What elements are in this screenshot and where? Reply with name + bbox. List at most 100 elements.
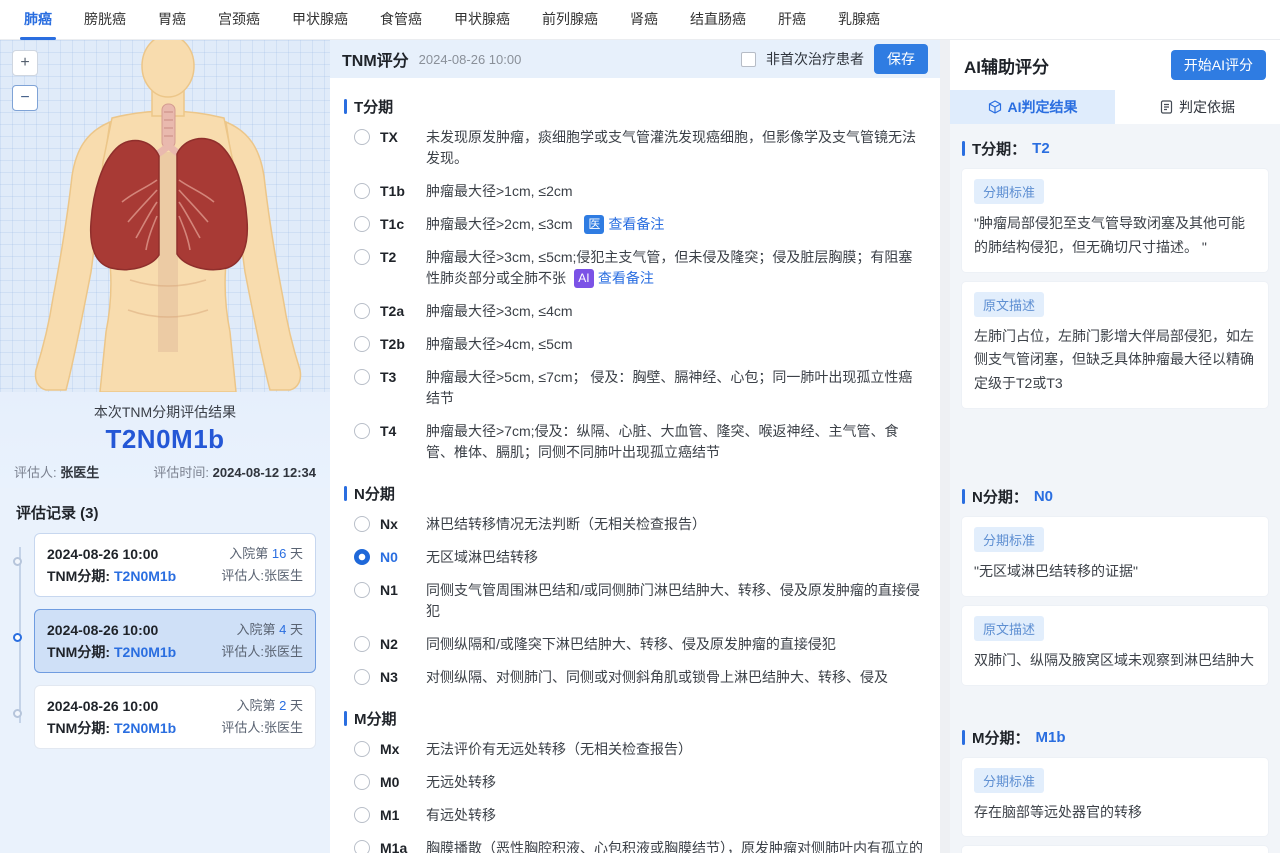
- source-text: 左肺门占位，左肺门影增大伴局部侵犯，如左侧支气管闭塞，但缺乏具体肿瘤最大径以精确…: [974, 325, 1256, 396]
- option-code: T1c: [380, 214, 426, 235]
- radio-icon[interactable]: [354, 774, 370, 790]
- criteria-text: "无区域淋巴结转移的证据": [974, 560, 1256, 584]
- ai-section-label: N分期：: [972, 486, 1028, 507]
- start-ai-scoring-button[interactable]: 开始AI评分: [1171, 50, 1266, 80]
- radio-icon[interactable]: [354, 336, 370, 352]
- tab-thyroid-cancer-1[interactable]: 甲状腺癌: [276, 0, 364, 40]
- radio-icon[interactable]: [354, 669, 370, 685]
- t-option-t2b[interactable]: T2b 肿瘤最大径>4cm, ≤5cm: [344, 328, 926, 361]
- tab-cervical-cancer[interactable]: 宫颈癌: [202, 0, 276, 40]
- t-stage-section-title: T分期: [344, 96, 926, 117]
- n-option-n0-selected[interactable]: N0 无区域淋巴结转移: [344, 541, 926, 574]
- record-item-selected: 2024-08-26 10:00 入院第 4 天 TNM分期:T2N0M1b 评…: [34, 609, 316, 673]
- t-option-tx[interactable]: TX 未发现原发肿瘤，痰细胞学或支气管灌洗发现癌细胞，但影像学及支气管镜无法发现…: [344, 121, 926, 175]
- panel-divider: [940, 40, 950, 853]
- source-card: 原文描述 左肺门占位，左肺门影增大伴局部侵犯，如左侧支气管闭塞，但缺乏具体肿瘤最…: [962, 282, 1268, 408]
- option-desc: 无远处转移: [426, 772, 926, 793]
- option-desc: 淋巴结转移情况无法判断（无相关检查报告）: [426, 514, 926, 535]
- record-card[interactable]: 2024-08-26 10:00 入院第 4 天 TNM分期:T2N0M1b 评…: [34, 609, 316, 673]
- record-tnm: TNM分期:T2N0M1b: [47, 565, 176, 587]
- n-option-n1[interactable]: N1 同侧支气管周围淋巴结和/或同侧肺门淋巴结肿大、转移、侵及原发肿瘤的直接侵犯: [344, 574, 926, 628]
- zoom-out-button[interactable]: −: [12, 85, 38, 111]
- tab-label: 判定依据: [1179, 97, 1235, 117]
- option-code: N3: [380, 667, 426, 688]
- n-option-nx[interactable]: Nx 淋巴结转移情况无法判断（无相关检查报告）: [344, 508, 926, 541]
- criteria-tag: 分期标准: [974, 527, 1044, 552]
- radio-icon[interactable]: [354, 129, 370, 145]
- view-note-link[interactable]: 查看备注: [598, 270, 654, 286]
- criteria-text: 存在脑部等远处器官的转移: [974, 801, 1256, 825]
- record-card[interactable]: 2024-08-26 10:00 入院第 2 天 TNM分期:T2N0M1b 评…: [34, 685, 316, 749]
- t-option-t1b[interactable]: T1b 肿瘤最大径>1cm, ≤2cm: [344, 175, 926, 208]
- ai-note-badge: AI: [574, 269, 594, 288]
- tab-thyroid-cancer-2[interactable]: 甲状腺癌: [438, 0, 526, 40]
- m-option-m1a[interactable]: M1a 胸膜播散（恶性胸腔积液、心包积液或胸膜结节），原发肿瘤对侧肺叶内有孤立的…: [344, 832, 926, 853]
- tab-judgment-basis[interactable]: 判定依据: [1115, 90, 1280, 124]
- radio-icon[interactable]: [354, 741, 370, 757]
- record-item: 2024-08-26 10:00 入院第 2 天 TNM分期:T2N0M1b 评…: [34, 685, 316, 749]
- tab-breast-cancer[interactable]: 乳腺癌: [822, 0, 896, 40]
- view-note-link[interactable]: 查看备注: [608, 216, 664, 232]
- option-code: T1b: [380, 181, 426, 202]
- tab-bladder-cancer[interactable]: 膀胱癌: [68, 0, 142, 40]
- option-code: N2: [380, 634, 426, 655]
- t-option-t1c[interactable]: T1c 肿瘤最大径>2cm, ≤3cm 医查看备注: [344, 208, 926, 241]
- radio-icon[interactable]: [354, 183, 370, 199]
- t-option-t3[interactable]: T3 肿瘤最大径>5cm, ≤7cm； 侵及：胸壁、膈神经、心包；同一肺叶出现孤…: [344, 361, 926, 415]
- tab-kidney-cancer[interactable]: 肾癌: [614, 0, 674, 40]
- radio-icon[interactable]: [354, 249, 370, 265]
- t-option-t2a[interactable]: T2a 肿瘤最大径>3cm, ≤4cm: [344, 295, 926, 328]
- ai-assist-panel: AI辅助评分 开始AI评分 AI判定结果 判定依据 T分期：T2 分期标准 "肿…: [950, 40, 1280, 853]
- m-option-m0[interactable]: M0 无远处转移: [344, 766, 926, 799]
- option-code: T2: [380, 247, 426, 268]
- tab-stomach-cancer[interactable]: 胃癌: [142, 0, 202, 40]
- radio-icon[interactable]: [354, 516, 370, 532]
- save-button[interactable]: 保存: [874, 44, 928, 74]
- radio-icon[interactable]: [354, 636, 370, 652]
- option-desc: 同侧支气管周围淋巴结和/或同侧肺门淋巴结肿大、转移、侵及原发肿瘤的直接侵犯: [426, 580, 926, 622]
- n-option-n2[interactable]: N2 同侧纵隔和/或隆突下淋巴结肿大、转移、侵及原发肿瘤的直接侵犯: [344, 628, 926, 661]
- radio-icon[interactable]: [354, 840, 370, 853]
- timeline-dot: [13, 557, 22, 566]
- option-desc: 无法评价有无远处转移（无相关检查报告）: [426, 739, 926, 760]
- source-tag: 原文描述: [974, 292, 1044, 317]
- option-code: M1: [380, 805, 426, 826]
- radio-icon[interactable]: [354, 303, 370, 319]
- radio-icon-checked[interactable]: [354, 549, 370, 565]
- option-desc: 对侧纵隔、对侧肺门、同侧或对侧斜角肌或锁骨上淋巴结肿大、转移、侵及: [426, 667, 926, 688]
- m-option-m1[interactable]: M1 有远处转移: [344, 799, 926, 832]
- tab-prostate-cancer[interactable]: 前列腺癌: [526, 0, 614, 40]
- option-desc: 无区域淋巴结转移: [426, 547, 926, 568]
- radio-icon[interactable]: [354, 807, 370, 823]
- radio-icon[interactable]: [354, 369, 370, 385]
- tab-ai-result[interactable]: AI判定结果: [950, 90, 1115, 124]
- option-desc: 肿瘤最大径>4cm, ≤5cm: [426, 334, 926, 355]
- source-card: 原文描述 存在明确的脑转移，已进行脑转移瘤的伽马刀治疗，提及肝内低密度影但未确认…: [962, 846, 1268, 853]
- record-tnm: TNM分期:T2N0M1b: [47, 717, 176, 739]
- tab-lung-cancer[interactable]: 肺癌: [8, 0, 68, 40]
- tab-colorectal-cancer[interactable]: 结直肠癌: [674, 0, 762, 40]
- radio-icon[interactable]: [354, 582, 370, 598]
- source-text: 双肺门、纵隔及腋窝区域未观察到淋巴结肿大: [974, 649, 1256, 673]
- n-option-n3[interactable]: N3 对侧纵隔、对侧肺门、同侧或对侧斜角肌或锁骨上淋巴结肿大、转移、侵及: [344, 661, 926, 694]
- scoring-header: TNM评分 2024-08-26 10:00 非首次治疗患者 保存: [330, 40, 940, 78]
- assess-time-label: 评估时间:: [153, 465, 209, 480]
- tnm-result-block: 本次TNM分期评估结果 T2N0M1b 评估人: 张医生 评估时间: 2024-…: [0, 392, 330, 488]
- radio-icon[interactable]: [354, 216, 370, 232]
- non-first-treatment-checkbox[interactable]: [741, 52, 756, 67]
- t-option-t4[interactable]: T4 肿瘤最大径>7cm;侵及：纵隔、心脏、大血管、隆突、喉返神经、主气管、食管…: [344, 415, 926, 469]
- doctor-note-badge: 医: [584, 215, 604, 234]
- radio-icon[interactable]: [354, 423, 370, 439]
- zoom-in-button[interactable]: +: [12, 50, 38, 76]
- option-desc: 胸膜播散（恶性胸腔积液、心包积液或胸膜结节），原发肿瘤对侧肺叶内有孤立的肿瘤结节: [426, 838, 926, 853]
- ai-n-stage-section: N分期：N0 分期标准 "无区域淋巴结转移的证据" 原文描述 双肺门、纵隔及腋窝…: [962, 486, 1268, 685]
- tab-liver-cancer[interactable]: 肝癌: [762, 0, 822, 40]
- m-option-mx[interactable]: Mx 无法评价有无远处转移（无相关检查报告）: [344, 733, 926, 766]
- ai-t-stage-section: T分期：T2 分期标准 "肿瘤局部侵犯至支气管导致闭塞及其他可能的肺结构侵犯，但…: [962, 138, 1268, 408]
- option-desc: 同侧纵隔和/或隆突下淋巴结肿大、转移、侵及原发肿瘤的直接侵犯: [426, 634, 926, 655]
- option-code: T4: [380, 421, 426, 442]
- scoring-title: TNM评分: [342, 47, 409, 71]
- tab-esophageal-cancer[interactable]: 食管癌: [364, 0, 438, 40]
- record-card[interactable]: 2024-08-26 10:00 入院第 16 天 TNM分期:T2N0M1b …: [34, 533, 316, 597]
- t-option-t2[interactable]: T2 肿瘤最大径>3cm, ≤5cm;侵犯主支气管，但未侵及隆突；侵及脏层胸膜；…: [344, 241, 926, 295]
